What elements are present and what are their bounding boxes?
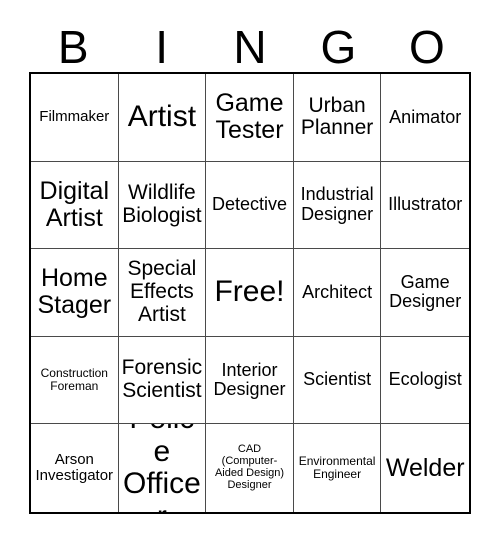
bingo-cell[interactable]: Filmmaker	[31, 74, 119, 162]
bingo-cell[interactable]: Game Designer	[381, 249, 469, 337]
bingo-cell[interactable]: Interior Designer	[206, 336, 294, 425]
bingo-cell[interactable]: Detective	[206, 161, 294, 250]
bingo-card: B I N GO Filmmaker Artist Game Tester Urban Pl…	[0, 0, 500, 544]
bingo-header-letter-b: B	[57, 21, 89, 73]
bingo-cell-label: Arson Investigator	[35, 451, 114, 485]
bingo-cell[interactable]: Animator	[381, 74, 469, 162]
bingo-cell[interactable]: Arson Investigator	[31, 424, 119, 512]
bingo-cell[interactable]: Artist	[118, 74, 207, 162]
bingo-cell-label: Animator	[389, 106, 462, 127]
bingo-grid: Filmmaker Artist Game Tester Urban Planner A…	[29, 72, 471, 514]
bingo-cell[interactable]: Forensic Scientist	[118, 336, 207, 425]
bingo-cell[interactable]: Home Stager	[31, 249, 119, 337]
bingo-cell[interactable]: Special Effects Artist	[118, 249, 207, 337]
bingo-cell[interactable]: Construction Foreman	[31, 336, 119, 425]
bingo-cell[interactable]: Digital Artist	[31, 161, 119, 250]
bingo-cell-label: Artist	[127, 100, 197, 134]
bingo-header-letter-g: G	[320, 21, 357, 73]
bingo-cell[interactable]: Police Officer	[118, 424, 207, 512]
bingo-cell-label: Construction Foreman	[40, 366, 108, 394]
bingo-cell-label: Game Designer	[389, 272, 462, 312]
bingo-cell-label: Forensic Scientist	[121, 356, 203, 403]
bingo-cell-label: Police Officer	[122, 424, 201, 512]
bingo-cell-label: Game Tester	[215, 89, 284, 145]
bingo-cell[interactable]: Environmental Engineer	[293, 424, 382, 512]
bingo-cell[interactable]: CAD (Computer-Aided Design) Designer	[206, 424, 294, 512]
bingo-header-letter-i: I	[155, 21, 168, 73]
bingo-cell-label: Urban Planner	[300, 93, 374, 140]
bingo-cell[interactable]: Welder	[381, 424, 469, 512]
bingo-cell-label: Interior Designer	[213, 359, 286, 400]
bingo-cell[interactable]: Urban Planner	[293, 74, 382, 162]
bingo-cell-label: Detective	[211, 194, 288, 215]
bingo-cell-label: Illustrator	[388, 194, 463, 215]
bingo-cell-label: Ecologist	[388, 369, 462, 390]
bingo-cell-label: Welder	[385, 453, 465, 482]
bingo-cell[interactable]: Illustrator	[381, 161, 469, 250]
bingo-cell-label: Architect	[302, 281, 373, 302]
bingo-header-row: B I N GO	[29, 14, 471, 72]
bingo-cell-label: Free!	[214, 275, 285, 309]
bingo-cell-label: Environmental Engineer	[298, 454, 376, 482]
bingo-cell[interactable]: Wildlife Biologist	[118, 161, 207, 250]
bingo-cell[interactable]: Game Tester	[206, 74, 294, 162]
bingo-cell[interactable]: Ecologist	[381, 336, 469, 425]
bingo-cell-label: Wildlife Biologist	[122, 181, 202, 227]
bingo-cell[interactable]: Scientist	[293, 336, 382, 425]
bingo-cell-label: Industrial Designer	[300, 184, 374, 224]
bingo-cell-label: Special Effects Artist	[127, 257, 197, 326]
bingo-cell-label: Digital Artist	[39, 176, 110, 232]
bingo-header-letter-n: N	[233, 21, 267, 73]
bingo-free-space[interactable]: Free!	[206, 249, 294, 337]
bingo-cell-label: Filmmaker	[39, 108, 110, 126]
bingo-cell-label: Home Stager	[37, 264, 112, 320]
bingo-header-letter-o: O	[408, 21, 445, 73]
bingo-cell[interactable]: Architect	[293, 249, 382, 337]
bingo-cell-label: Scientist	[303, 369, 372, 390]
bingo-cell[interactable]: Industrial Designer	[293, 161, 382, 250]
bingo-cell-label: CAD (Computer-Aided Design) Designer	[214, 443, 285, 492]
